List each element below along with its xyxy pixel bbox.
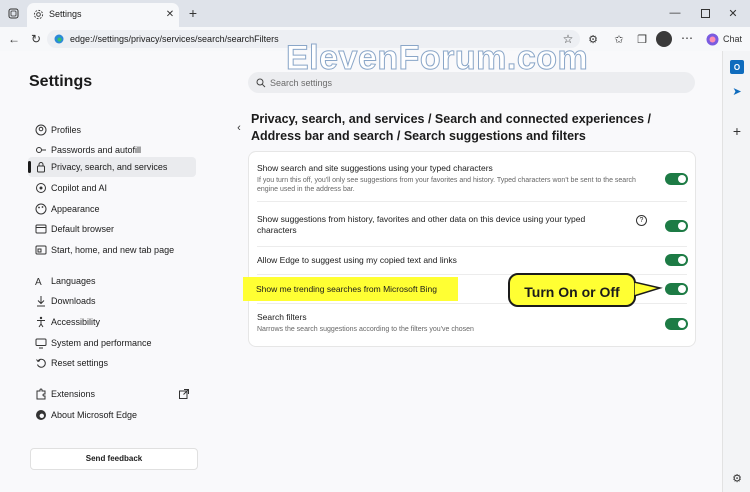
tab-bar: Settings ✕ + — ✕ (0, 0, 750, 27)
sidebar-item-start-home-and-new-tab-page[interactable]: Start, home, and new tab page (28, 240, 196, 260)
profile-icon (35, 124, 47, 136)
sidebar-item-label: Appearance (51, 204, 100, 214)
callout-arrow (634, 281, 663, 297)
collapse-chevron-icon[interactable]: ‹ (234, 122, 244, 134)
sidebar-item-appearance[interactable]: Appearance (28, 199, 196, 219)
toggle-copied-text[interactable] (665, 254, 688, 266)
more-menu-icon[interactable]: ⋯ (680, 31, 694, 45)
sidebar-item-system-and-performance[interactable]: System and performance (28, 333, 196, 353)
edge-sidebar: O ➤ + ⚙ (722, 51, 750, 492)
computer-icon (35, 337, 47, 349)
url-text: edge://settings/privacy/services/search/… (70, 34, 279, 44)
sidebar-item-about-microsoft-edge[interactable]: About Microsoft Edge (28, 405, 196, 425)
sidebar-item-downloads[interactable]: Downloads (28, 291, 196, 311)
external-link-icon[interactable] (178, 388, 190, 400)
tab-settings[interactable]: Settings ✕ (27, 3, 179, 27)
sidebar-item-label: Downloads (51, 296, 96, 306)
tab-title: Settings (49, 9, 82, 19)
key-icon (35, 144, 47, 156)
breadcrumb: Privacy, search, and services / Search a… (251, 112, 651, 143)
new-tab-icon[interactable]: + (186, 5, 200, 21)
add-icon[interactable]: + (730, 123, 744, 139)
setting-title-4: Show me trending searches from Microsoft… (256, 284, 437, 294)
toggle-history-suggestions[interactable] (665, 220, 688, 232)
edge-logo-icon (35, 409, 47, 421)
help-icon[interactable]: ? (636, 215, 647, 226)
copilot-chat-button[interactable]: Chat (704, 31, 744, 47)
sidebar-item-copilot-and-ai[interactable]: Copilot and AI (28, 178, 196, 198)
sidebar-item-accessibility[interactable]: Accessibility (28, 312, 196, 332)
gear-icon (32, 8, 44, 20)
settings-content: Settings Profiles Passwords and autofill P… (0, 39, 722, 492)
sidebar-item-label: System and performance (51, 338, 152, 348)
sidebar-item-label: Start, home, and new tab page (51, 245, 175, 255)
settings-card: Show search and site suggestions using y… (248, 151, 696, 347)
sidebar-item-languages[interactable]: A Languages (28, 271, 196, 291)
divider (257, 201, 687, 202)
sidebar-item-profiles[interactable]: Profiles (28, 120, 196, 140)
edge-page-icon (54, 34, 64, 44)
setting-title-1: Show search and site suggestions using y… (257, 163, 493, 173)
browser-icon (35, 223, 47, 235)
copilot-icon (35, 182, 47, 194)
svg-text:A: A (35, 277, 42, 287)
back-icon[interactable]: ← (7, 32, 21, 46)
send-feedback-button[interactable]: Send feedback (30, 448, 198, 470)
sidebar-item-privacy-search-and-services[interactable]: Privacy, search, and services (28, 157, 196, 177)
chat-label: Chat (722, 34, 742, 44)
accessibility-icon (35, 316, 47, 328)
outlook-icon[interactable]: O (730, 60, 744, 74)
refresh-icon[interactable]: ↻ (29, 32, 43, 46)
watermark: ElevenForum.com (285, 39, 589, 78)
sidebar-item-label: Reset settings (51, 358, 109, 368)
minimize-icon[interactable]: — (668, 6, 682, 20)
home-icon (35, 244, 47, 256)
puzzle-icon (35, 388, 47, 400)
sidebar-item-label: Profiles (51, 125, 82, 135)
favorites-icon[interactable]: ✩ (612, 32, 626, 46)
sidebar-item-extensions[interactable]: Extensions (28, 384, 196, 404)
close-window-icon[interactable]: ✕ (726, 6, 740, 20)
setting-desc-5: Narrows the search suggestions according… (257, 326, 474, 333)
sidebar-item-label: About Microsoft Edge (51, 410, 138, 420)
sidebar-item-label: Privacy, search, and services (51, 162, 168, 172)
sidebar-item-label: Languages (51, 276, 96, 286)
language-icon: A (35, 275, 47, 288)
sidebar-item-default-browser[interactable]: Default browser (28, 219, 196, 239)
send-icon[interactable]: ➤ (730, 84, 744, 98)
toggle-search-suggestions[interactable] (665, 173, 688, 185)
workspaces-icon[interactable] (7, 7, 20, 20)
avatar[interactable] (656, 31, 672, 47)
maximize-icon[interactable] (698, 6, 712, 20)
sidebar-item-label: Extensions (51, 389, 96, 399)
search-icon (255, 77, 266, 88)
download-icon (35, 295, 47, 307)
callout-annotation: Turn On or Off (508, 273, 636, 307)
reset-icon (35, 357, 47, 369)
toggle-search-filters[interactable] (665, 318, 688, 330)
lock-icon (35, 161, 47, 173)
sidebar-item-label: Copilot and AI (51, 183, 108, 193)
toggle-trending-searches[interactable] (665, 283, 688, 295)
setting-desc-1: If you turn this off, you'll only see su… (257, 177, 636, 193)
setting-title-3: Allow Edge to suggest using my copied te… (257, 255, 457, 265)
sidebar-item-reset-settings[interactable]: Reset settings (28, 353, 196, 373)
close-tab-icon[interactable]: ✕ (164, 8, 176, 20)
sidebar-settings-icon[interactable]: ⚙ (730, 471, 744, 485)
sidebar-item-label: Accessibility (51, 317, 101, 327)
divider (257, 246, 687, 247)
sidebar-item-label: Default browser (51, 224, 115, 234)
palette-icon (35, 203, 47, 215)
setting-title-2: Show suggestions from history, favorites… (257, 214, 586, 235)
sidebar-item-label: Passwords and autofill (51, 145, 142, 155)
trending-highlight: Show me trending searches from Microsoft… (243, 277, 458, 301)
search-placeholder: Search settings (270, 78, 333, 88)
collections-icon[interactable]: ❐ (635, 32, 649, 46)
setting-title-5: Search filters (257, 312, 307, 322)
settings-title: Settings (29, 73, 93, 90)
